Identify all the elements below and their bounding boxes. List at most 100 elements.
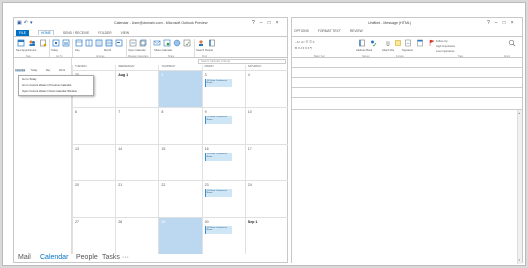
month-view-icon[interactable]: [105, 39, 113, 47]
day-number: Aug 1: [118, 73, 129, 77]
scroll-up-icon[interactable]: ▴: [519, 111, 521, 115]
customize-icon[interactable]: ▾: [30, 20, 33, 26]
new-items-icon[interactable]: [39, 39, 47, 47]
help-button[interactable]: ?: [252, 20, 255, 26]
tab-options[interactable]: OPTIONS: [294, 29, 309, 33]
follow-up-icon[interactable]: [428, 39, 436, 47]
appointment[interactable]: 12:00am Conference Room: [204, 115, 232, 124]
calendar-day-cell[interactable]: 15: [158, 143, 202, 181]
menu-item-go-to-today[interactable]: Go to Today: [22, 78, 36, 81]
menu-item-open-current-week[interactable]: Open Current Week in New Calendar Window: [22, 90, 77, 93]
calendar-day-cell[interactable]: 28: [115, 217, 159, 254]
follow-up-label[interactable]: Follow Up: [436, 40, 448, 43]
pane-label-calendar[interactable]: Calendar: [15, 69, 26, 72]
maximize-button[interactable]: □: [503, 20, 506, 26]
close-button[interactable]: ×: [511, 20, 514, 26]
menu-item-go-to-current-week[interactable]: Go to Current Week in Previous Calendar: [22, 84, 72, 87]
calendar-day-cell[interactable]: 8: [158, 106, 202, 144]
calendar-day-cell[interactable]: 20: [72, 180, 116, 218]
maximize-button[interactable]: □: [268, 20, 271, 26]
to-field[interactable]: [292, 68, 522, 78]
pane-label-work[interactable]: Work: [57, 69, 67, 72]
cc-field[interactable]: [292, 78, 522, 88]
new-appointment-icon[interactable]: [17, 39, 25, 47]
nav-more[interactable]: ···: [122, 254, 129, 261]
assign-policy-icon[interactable]: [416, 39, 424, 47]
nav-tasks[interactable]: Tasks: [102, 254, 120, 261]
nav-calendar[interactable]: Calendar: [40, 254, 68, 261]
tab-send-receive[interactable]: SEND / RECEIVE: [63, 31, 89, 35]
calendar-day-cell[interactable]: 10: [244, 106, 288, 144]
calendar-permissions-icon[interactable]: [183, 39, 191, 47]
calendar-day-cell[interactable]: 14: [115, 143, 159, 181]
font-format-row[interactable]: - A˄ A˅ ☰ ☰ ≡: [295, 40, 314, 44]
calendar-day-cell[interactable]: 6: [72, 106, 116, 144]
pane-label-day[interactable]: Day: [43, 69, 53, 72]
week-view-icon[interactable]: [95, 39, 103, 47]
calendar-day-cell[interactable]: 29: [158, 217, 202, 254]
tab-view[interactable]: VIEW: [121, 31, 129, 35]
calendar-day-cell[interactable]: 2: [158, 70, 202, 107]
email-calendar-icon[interactable]: [153, 39, 161, 47]
calendar-day-cell[interactable]: 27: [72, 217, 116, 254]
calendar-day-cell[interactable]: 13: [72, 143, 116, 181]
appointment[interactable]: 12:00am Conference Room: [204, 189, 232, 198]
attach-item-icon[interactable]: [394, 39, 402, 47]
new-meeting-icon[interactable]: [28, 39, 36, 47]
today-icon[interactable]: [52, 39, 60, 47]
calendar-day-cell[interactable]: 9 12:00am Conference Room: [201, 106, 245, 144]
tab-home[interactable]: HOME: [37, 30, 54, 35]
subject-field[interactable]: [292, 88, 522, 98]
minimize-button[interactable]: –: [495, 20, 498, 26]
app-icon[interactable]: ▣: [17, 20, 22, 26]
share-calendar-icon[interactable]: [163, 39, 171, 47]
tab-review[interactable]: REVIEW: [350, 29, 363, 33]
calendar-groups-icon[interactable]: [139, 39, 147, 47]
next-7-days-icon[interactable]: [62, 39, 70, 47]
calendar-day-cell[interactable]: 3 12:00am Conference Room: [201, 70, 245, 107]
appointment[interactable]: 12:00am Conference Room: [204, 226, 232, 235]
tab-file[interactable]: FILE: [16, 29, 29, 36]
search-people-icon[interactable]: [197, 39, 205, 47]
check-names-icon[interactable]: [369, 39, 377, 47]
low-importance-label[interactable]: Low Importance: [436, 50, 454, 53]
message-scrollbar[interactable]: ▴ ▾: [517, 110, 522, 264]
high-importance-label[interactable]: High Importance: [436, 45, 455, 48]
schedule-view-icon[interactable]: [115, 39, 123, 47]
address-book-icon[interactable]: [208, 39, 216, 47]
calendar-day-cell[interactable]: Sep 1: [244, 217, 288, 254]
calendar-day-cell[interactable]: 17: [244, 143, 288, 181]
day-view-icon[interactable]: [75, 39, 83, 47]
nav-people[interactable]: People: [76, 254, 98, 261]
tab-folder[interactable]: FOLDER: [98, 31, 111, 35]
work-week-icon[interactable]: [85, 39, 93, 47]
tab-format-text[interactable]: FORMAT TEXT: [318, 29, 341, 33]
pane-label-today[interactable]: Today: [29, 69, 39, 72]
calendar-day-cell[interactable]: 23 12:00am Conference Room: [201, 180, 245, 218]
calendar-day-cell[interactable]: Aug 1: [115, 70, 159, 107]
calendar-day-cell[interactable]: 21: [115, 180, 159, 218]
calendar-day-cell[interactable]: 4: [244, 70, 288, 107]
calendar-day-cell[interactable]: 30 12:00am Conference Room: [201, 217, 245, 254]
scroll-down-icon[interactable]: ▾: [519, 258, 521, 262]
calendar-day-cell[interactable]: 7: [115, 106, 159, 144]
appointment[interactable]: 12:00am Conference Room: [204, 152, 232, 161]
paragraph-format-row[interactable]: B I U ≡ ≡ ≡ ¶: [295, 46, 312, 50]
address-book-icon[interactable]: [358, 39, 366, 47]
calendar-day-cell[interactable]: 16 12:00am Conference Room: [201, 143, 245, 181]
zoom-icon[interactable]: [508, 39, 516, 47]
calendar-day-cell[interactable]: 22: [158, 180, 202, 218]
appointment[interactable]: 12:00am Conference Room: [204, 79, 232, 87]
help-button[interactable]: ?: [487, 20, 490, 26]
nav-mail[interactable]: Mail: [18, 254, 31, 261]
undo-icon[interactable]: ↶: [24, 20, 28, 26]
minimize-button[interactable]: –: [260, 20, 263, 26]
publish-online-icon[interactable]: [173, 39, 181, 47]
calendar-day-cell[interactable]: 24: [244, 180, 288, 218]
calendar-search-input[interactable]: Search Calendar (Ctrl+E): [198, 59, 286, 64]
attach-file-icon[interactable]: [384, 39, 392, 47]
close-button[interactable]: ×: [276, 20, 279, 26]
signature-icon[interactable]: [404, 39, 412, 47]
message-body[interactable]: [292, 110, 522, 264]
open-calendar-icon[interactable]: [129, 39, 137, 47]
